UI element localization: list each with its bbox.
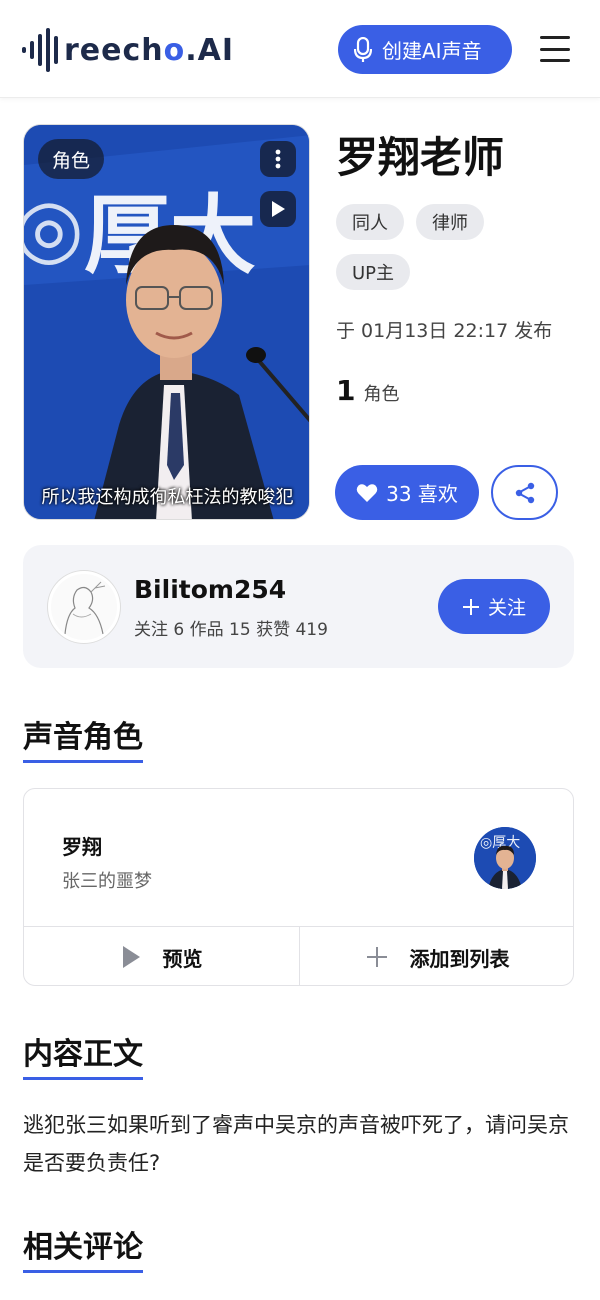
more-options-icon[interactable] bbox=[260, 141, 296, 177]
video-subtitle: 所以我还构成徇私枉法的教唆犯 bbox=[41, 487, 294, 508]
create-button-label: 创建AI声音 bbox=[382, 39, 482, 63]
role-badge: 角色 bbox=[38, 139, 105, 179]
role-count-label: 角色 bbox=[363, 384, 400, 405]
preview-label: 预览 bbox=[162, 946, 203, 971]
waveform-logo-icon bbox=[22, 28, 58, 72]
like-button[interactable]: 33 喜欢 bbox=[335, 465, 479, 520]
play-icon bbox=[122, 946, 140, 968]
content-body: 逃犯张三如果听到了睿声中吴京的声音被吓死了，请问吴京是否要负责任? bbox=[23, 1113, 569, 1175]
voice-role-name: 罗翔 bbox=[62, 835, 102, 859]
plus-icon bbox=[462, 598, 479, 615]
plus-icon bbox=[366, 947, 387, 967]
follow-label: 关注 bbox=[487, 597, 526, 619]
section-title-content: 内容正文 bbox=[23, 1037, 143, 1080]
add-to-list-button[interactable]: 添加到列表 bbox=[299, 927, 573, 985]
like-count-label: 33 喜欢 bbox=[386, 482, 458, 506]
share-icon bbox=[515, 482, 534, 503]
role-count: 1 角色 bbox=[336, 374, 399, 407]
voice-role-actions: 预览 添加到列表 bbox=[24, 926, 573, 985]
page-title: 罗翔老师 bbox=[336, 133, 505, 182]
reecho-logo[interactable]: reecho.AI bbox=[22, 24, 234, 76]
tag-list: 同人 律师 UP主 bbox=[336, 204, 566, 290]
voice-role-subtitle: 张三的噩梦 bbox=[62, 871, 152, 892]
cover-scene-image: ◎ 厚大 bbox=[24, 125, 309, 519]
author-name[interactable]: Bilitom254 bbox=[134, 575, 286, 604]
author-avatar[interactable] bbox=[48, 571, 120, 643]
cover-image[interactable]: ◎ 厚大 角色 所以我还构成徇私枉法的教唆犯 bbox=[23, 124, 310, 520]
author-card: Bilitom254 关注 6 作品 15 获赞 419 关注 bbox=[23, 545, 574, 668]
add-to-list-label: 添加到列表 bbox=[409, 946, 510, 971]
microphone-icon bbox=[354, 36, 372, 63]
tag-chip[interactable]: 律师 bbox=[416, 204, 484, 240]
tag-chip[interactable]: UP主 bbox=[336, 254, 411, 290]
top-header: reecho.AI 创建AI声音 bbox=[0, 0, 600, 98]
tag-chip[interactable]: 同人 bbox=[336, 204, 404, 240]
share-button[interactable] bbox=[491, 465, 558, 520]
publish-date: 于 01月13日 22:17 发布 bbox=[336, 320, 553, 342]
section-title-comments: 相关评论 bbox=[23, 1230, 143, 1273]
create-ai-voice-button[interactable]: 创建AI声音 bbox=[338, 25, 512, 74]
svg-text:◎: ◎ bbox=[24, 181, 84, 274]
preview-button[interactable]: 预览 bbox=[24, 927, 299, 985]
logo-wordmark: reecho.AI bbox=[64, 32, 235, 68]
role-count-number: 1 bbox=[336, 374, 356, 407]
voice-role-card[interactable]: 罗翔 张三的噩梦 ◎厚大 预览 添加到列表 bbox=[23, 788, 574, 986]
author-stats: 关注 6 作品 15 获赞 419 bbox=[134, 620, 328, 640]
follow-button[interactable]: 关注 bbox=[438, 579, 550, 634]
voice-role-thumbnail: ◎厚大 bbox=[474, 827, 536, 889]
section-title-voice-roles: 声音角色 bbox=[23, 720, 143, 763]
heart-icon bbox=[356, 483, 378, 502]
play-icon[interactable] bbox=[260, 191, 296, 227]
hamburger-menu-icon[interactable] bbox=[540, 36, 570, 62]
